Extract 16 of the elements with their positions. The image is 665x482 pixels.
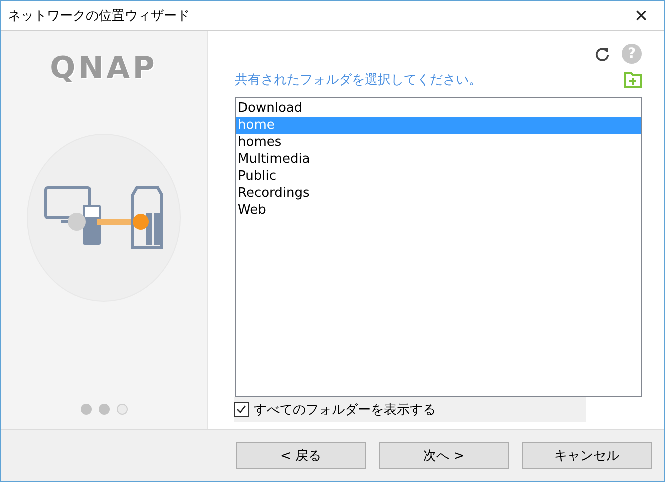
close-button[interactable]: × xyxy=(625,4,658,26)
folder-item[interactable]: Public xyxy=(236,168,641,185)
checkbox-label: すべてのフォルダーを表示する xyxy=(254,402,436,418)
back-button[interactable]: < 戻る xyxy=(236,442,366,469)
logo: QNAP xyxy=(50,51,158,86)
prompt-text: 共有されたフォルダを選択してください。 xyxy=(235,72,482,89)
refresh-icon[interactable] xyxy=(595,46,610,62)
window-title: ネットワークの位置ウィザード xyxy=(8,8,190,24)
folder-item[interactable]: homes xyxy=(236,134,641,151)
folder-item[interactable]: Recordings xyxy=(236,185,641,202)
cancel-button[interactable]: キャンセル xyxy=(522,442,652,469)
next-button[interactable]: 次へ > xyxy=(379,442,509,469)
folder-item[interactable]: Multimedia xyxy=(236,151,641,168)
checkbox[interactable] xyxy=(234,402,249,417)
folder-item[interactable]: Web xyxy=(236,202,641,219)
folder-item[interactable]: Download xyxy=(236,100,641,117)
